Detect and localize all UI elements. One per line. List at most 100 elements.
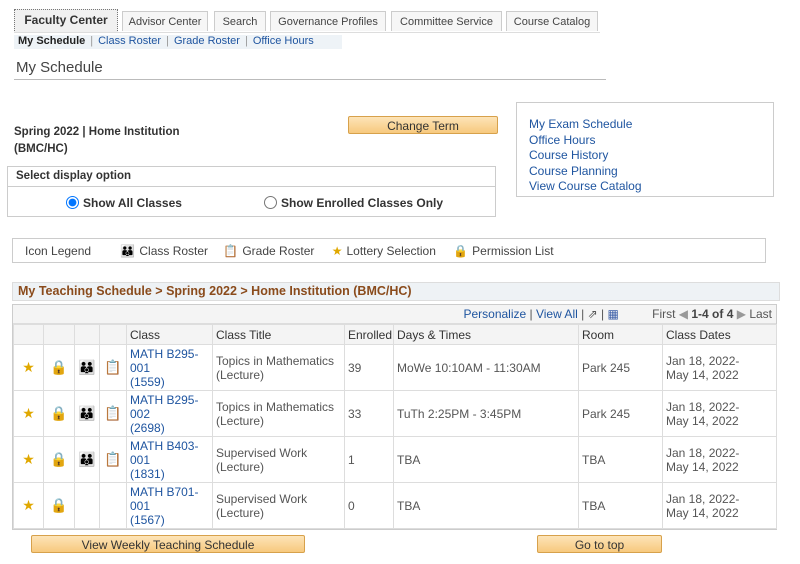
change-term-button[interactable]: Change Term [348, 116, 498, 134]
col-class: Class [126, 324, 213, 345]
class-link[interactable]: MATH B295- 002 (2698) [126, 390, 213, 437]
class-title-line: Supervised Work [216, 445, 308, 460]
star-icon[interactable]: ★ [22, 359, 35, 375]
tab-advisor-center[interactable]: Advisor Center [122, 11, 208, 31]
icon-legend: Icon Legend 👪 Class Roster 📋 Grade Roster … [12, 238, 766, 263]
grade-roster-icon[interactable]: 📋 [104, 405, 121, 421]
class-line[interactable]: MATH B403- [130, 439, 209, 453]
download-icon[interactable]: ▦ [607, 307, 618, 321]
class-link[interactable]: MATH B701- 001 (1567) [126, 482, 213, 529]
star-icon: ★ [331, 243, 343, 258]
grade-roster-icon: 📋 [223, 243, 239, 258]
class-line[interactable]: MATH B295- [130, 393, 209, 407]
term-info: Spring 2022 | Home Institution (BMC/HC) [14, 124, 180, 158]
class-link[interactable]: MATH B295- 001 (1559) [126, 344, 213, 391]
class-dates-line: May 14, 2022 [666, 413, 739, 428]
table-row: ★ 🔒 MATH B701- 001 (1567) Supervised Work (Lec… [13, 482, 777, 529]
page-range: 1-4 of 4 [691, 307, 734, 321]
enrolled-count: 39 [344, 344, 394, 391]
side-links-box: My Exam Schedule Office Hours Course His… [516, 102, 774, 197]
class-line[interactable]: 001 [130, 453, 209, 467]
view-weekly-schedule-button[interactable]: View Weekly Teaching Schedule [31, 535, 305, 553]
link-view-course-catalog[interactable]: View Course Catalog [529, 179, 773, 195]
room: TBA [578, 436, 663, 483]
lock-icon[interactable]: 🔒 [50, 497, 67, 513]
radio-show-enrolled-input[interactable] [264, 196, 277, 209]
radio-label: Show Enrolled Classes Only [281, 196, 444, 210]
days-times: TBA [393, 436, 579, 483]
personalize-link[interactable]: Personalize [463, 307, 526, 321]
class-line[interactable]: MATH B295- [130, 347, 209, 361]
class-roster-icon[interactable]: 👪 [78, 405, 95, 421]
col-days-times: Days & Times [393, 324, 579, 345]
tab-course-catalog[interactable]: Course Catalog [506, 11, 598, 31]
col-enrolled: Enrolled [344, 324, 394, 345]
tab-governance-profiles[interactable]: Governance Profiles [270, 11, 386, 31]
tab-faculty-center[interactable]: Faculty Center [14, 9, 118, 33]
class-line[interactable]: 001 [130, 499, 209, 513]
class-dates-line: Jan 18, 2022- [666, 491, 740, 506]
star-icon[interactable]: ★ [22, 451, 35, 467]
link-course-planning[interactable]: Course Planning [529, 164, 773, 180]
class-dates-line: Jan 18, 2022- [666, 353, 740, 368]
class-line[interactable]: (1567) [130, 513, 209, 527]
next-icon[interactable]: ▶ [737, 307, 746, 321]
subnav-grade-roster[interactable]: Grade Roster [174, 35, 240, 47]
class-dates-line: Jan 18, 2022- [666, 445, 740, 460]
subnav-office-hours[interactable]: Office Hours [253, 35, 314, 47]
page-title: My Schedule [16, 59, 103, 76]
class-title-line: (Lecture) [216, 413, 265, 428]
tab-committee-service[interactable]: Committee Service [391, 11, 502, 31]
term-line1: Spring 2022 | Home Institution [14, 126, 180, 138]
first-link[interactable]: First [652, 307, 675, 321]
legend-label: Grade Roster [242, 243, 315, 258]
radio-show-all-input[interactable] [66, 196, 79, 209]
star-icon[interactable]: ★ [22, 405, 35, 421]
grade-roster-icon[interactable]: 📋 [104, 359, 121, 375]
lock-icon[interactable]: 🔒 [50, 405, 67, 421]
table-row: ★ 🔒 👪 📋 MATH B403- 001 (1831) Supervised Work (L… [13, 436, 777, 483]
last-link[interactable]: Last [749, 307, 772, 321]
link-my-exam-schedule[interactable]: My Exam Schedule [529, 117, 773, 133]
radio-show-all[interactable]: Show All Classes [66, 196, 182, 210]
days-times: TuTh 2:25PM - 3:45PM [393, 390, 579, 437]
class-line[interactable]: (2698) [130, 421, 209, 435]
grid-toolbar: Personalize | View All | ⇗ | ▦ First ◀ 1… [13, 305, 776, 324]
prev-icon[interactable]: ◀ [679, 307, 688, 321]
lock-icon[interactable]: 🔒 [50, 451, 67, 467]
grade-roster-icon[interactable]: 📋 [104, 451, 121, 467]
link-course-history[interactable]: Course History [529, 148, 773, 164]
display-option-box: Select display option Show All Classes S… [7, 166, 496, 217]
class-title-line: (Lecture) [216, 505, 265, 520]
class-line[interactable]: 002 [130, 407, 209, 421]
class-title-line: (Lecture) [216, 367, 265, 382]
class-line[interactable]: 001 [130, 361, 209, 375]
col-class-title: Class Title [212, 324, 345, 345]
legend-title: Icon Legend [25, 243, 92, 258]
class-roster-icon[interactable]: 👪 [78, 359, 95, 375]
schedule-header: My Teaching Schedule > Spring 2022 > Hom… [12, 282, 780, 301]
zoom-grid-icon[interactable]: ⇗ [588, 307, 598, 321]
enrolled-count: 0 [344, 482, 394, 529]
go-to-top-button[interactable]: Go to top [537, 535, 662, 553]
days-times: TBA [393, 482, 579, 529]
legend-label: Lottery Selection [346, 243, 436, 258]
link-office-hours[interactable]: Office Hours [529, 133, 773, 149]
col-room: Room [578, 324, 663, 345]
class-dates-line: May 14, 2022 [666, 505, 739, 520]
class-line[interactable]: (1559) [130, 375, 209, 389]
class-title-line: Topics in Mathematics [216, 399, 335, 414]
class-roster-icon[interactable]: 👪 [78, 451, 95, 467]
tab-search[interactable]: Search [214, 11, 266, 31]
class-dates-line: May 14, 2022 [666, 459, 739, 474]
class-line[interactable]: MATH B701- [130, 485, 209, 499]
class-line[interactable]: (1831) [130, 467, 209, 481]
enrolled-count: 1 [344, 436, 394, 483]
lock-icon[interactable]: 🔒 [50, 359, 67, 375]
class-link[interactable]: MATH B403- 001 (1831) [126, 436, 213, 483]
subnav-class-roster[interactable]: Class Roster [98, 35, 161, 47]
class-roster-icon: 👪 [120, 243, 136, 258]
view-all-link[interactable]: View All [536, 307, 578, 321]
radio-show-enrolled[interactable]: Show Enrolled Classes Only [264, 196, 443, 210]
star-icon[interactable]: ★ [22, 497, 35, 513]
